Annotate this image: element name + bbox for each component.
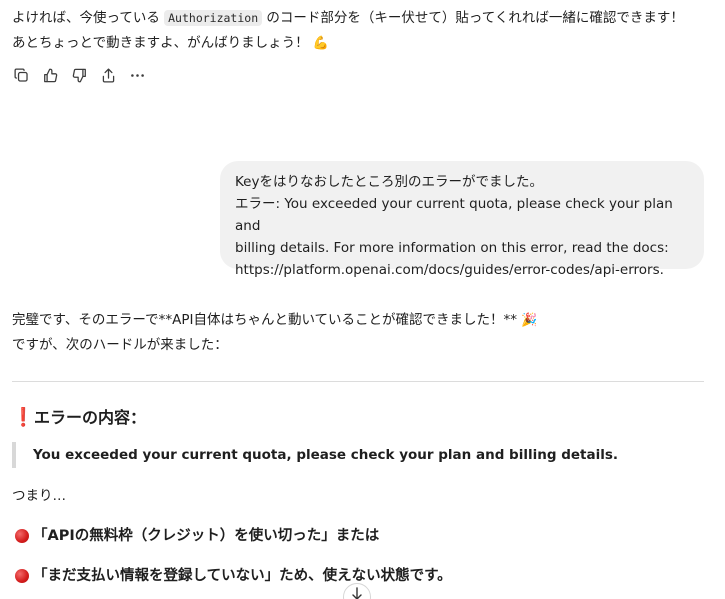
error-heading: ❗ エラーの内容：: [12, 406, 146, 430]
assistant-line-2-text: あとちょっとで動きますよ、がんばりましょう！: [12, 35, 309, 51]
message-actions: [12, 66, 146, 84]
assistant-reply-line-1-text: 完璧です、そのエラーで**API自体はちゃんと動いていることが確認できました！*…: [12, 312, 518, 328]
copy-icon: [13, 67, 28, 82]
bullet-item-2: 「まだ支払い情報を登録していない」ため、使えない状態です。: [12, 563, 452, 589]
thumbs-up-button[interactable]: [41, 66, 59, 84]
more-button[interactable]: [128, 66, 146, 84]
share-button[interactable]: [99, 66, 117, 84]
user-message-line-3: billing details. For more information on…: [235, 240, 669, 256]
party-popper-emoji: 🎉: [521, 313, 538, 328]
more-icon: [130, 73, 144, 77]
share-icon: [102, 67, 114, 83]
thumbs-up-icon: [43, 68, 57, 82]
assistant-message-previous: よければ、今使っている Authorization のコード部分を（キー伏せて）…: [12, 6, 712, 56]
error-heading-text: エラーの内容：: [34, 408, 147, 427]
thumbs-down-icon: [72, 68, 86, 82]
bullet-item-1: 「APIの無料枠（クレジット）を使い切った」または: [12, 523, 379, 549]
assistant-line-2: あとちょっとで動きますよ、がんばりましょう！ 💪: [12, 31, 712, 56]
copy-button[interactable]: [12, 66, 30, 84]
user-message-line-1: Keyをはりなおしたところ別のエラーがでました。: [235, 174, 543, 190]
bullet-item-2-text: 「まだ支払い情報を登録していない」ため、使えない状態です。: [33, 568, 452, 584]
summary-lead: つまり…: [12, 488, 66, 504]
arrow-down-icon: [352, 587, 362, 599]
user-message-line-4: https://platform.openai.com/docs/guides/…: [235, 262, 664, 278]
assistant-reply-line-1: 完璧です、そのエラーで**API自体はちゃんと動いていることが確認できました！*…: [12, 308, 712, 333]
red-circle-icon: [15, 569, 29, 583]
assistant-line-1: よければ、今使っている Authorization のコード部分を（キー伏せて）…: [12, 6, 712, 31]
bullet-item-1-text: 「APIの無料枠（クレジット）を使い切った」または: [33, 528, 380, 544]
red-circle-icon: [15, 529, 29, 543]
user-message-bubble: Keyをはりなおしたところ別のエラーがでました。 エラー: You exceed…: [220, 161, 704, 278]
assistant-reply-line-2: ですが、次のハードルが来ました：: [12, 337, 228, 353]
user-message-line-2: エラー: You exceeded your current quota, pl…: [235, 196, 673, 234]
error-quote: You exceeded your current quota, please …: [12, 442, 618, 468]
exclamation-icon: ❗: [12, 407, 35, 428]
inline-code: Authorization: [164, 10, 263, 26]
assistant-reply: 完璧です、そのエラーで**API自体はちゃんと動いていることが確認できました！*…: [12, 308, 712, 357]
chat-page: よければ、今使っている Authorization のコード部分を（キー伏せて）…: [0, 0, 725, 599]
flexed-biceps-emoji: 💪: [312, 36, 330, 51]
assistant-line-1-text-b: のコード部分を（キー伏せて）貼ってくれれば一緒に確認できます！: [262, 10, 684, 26]
section-divider: [12, 381, 704, 382]
thumbs-down-button[interactable]: [70, 66, 88, 84]
assistant-line-1-text-a: よければ、今使っている: [12, 10, 165, 26]
